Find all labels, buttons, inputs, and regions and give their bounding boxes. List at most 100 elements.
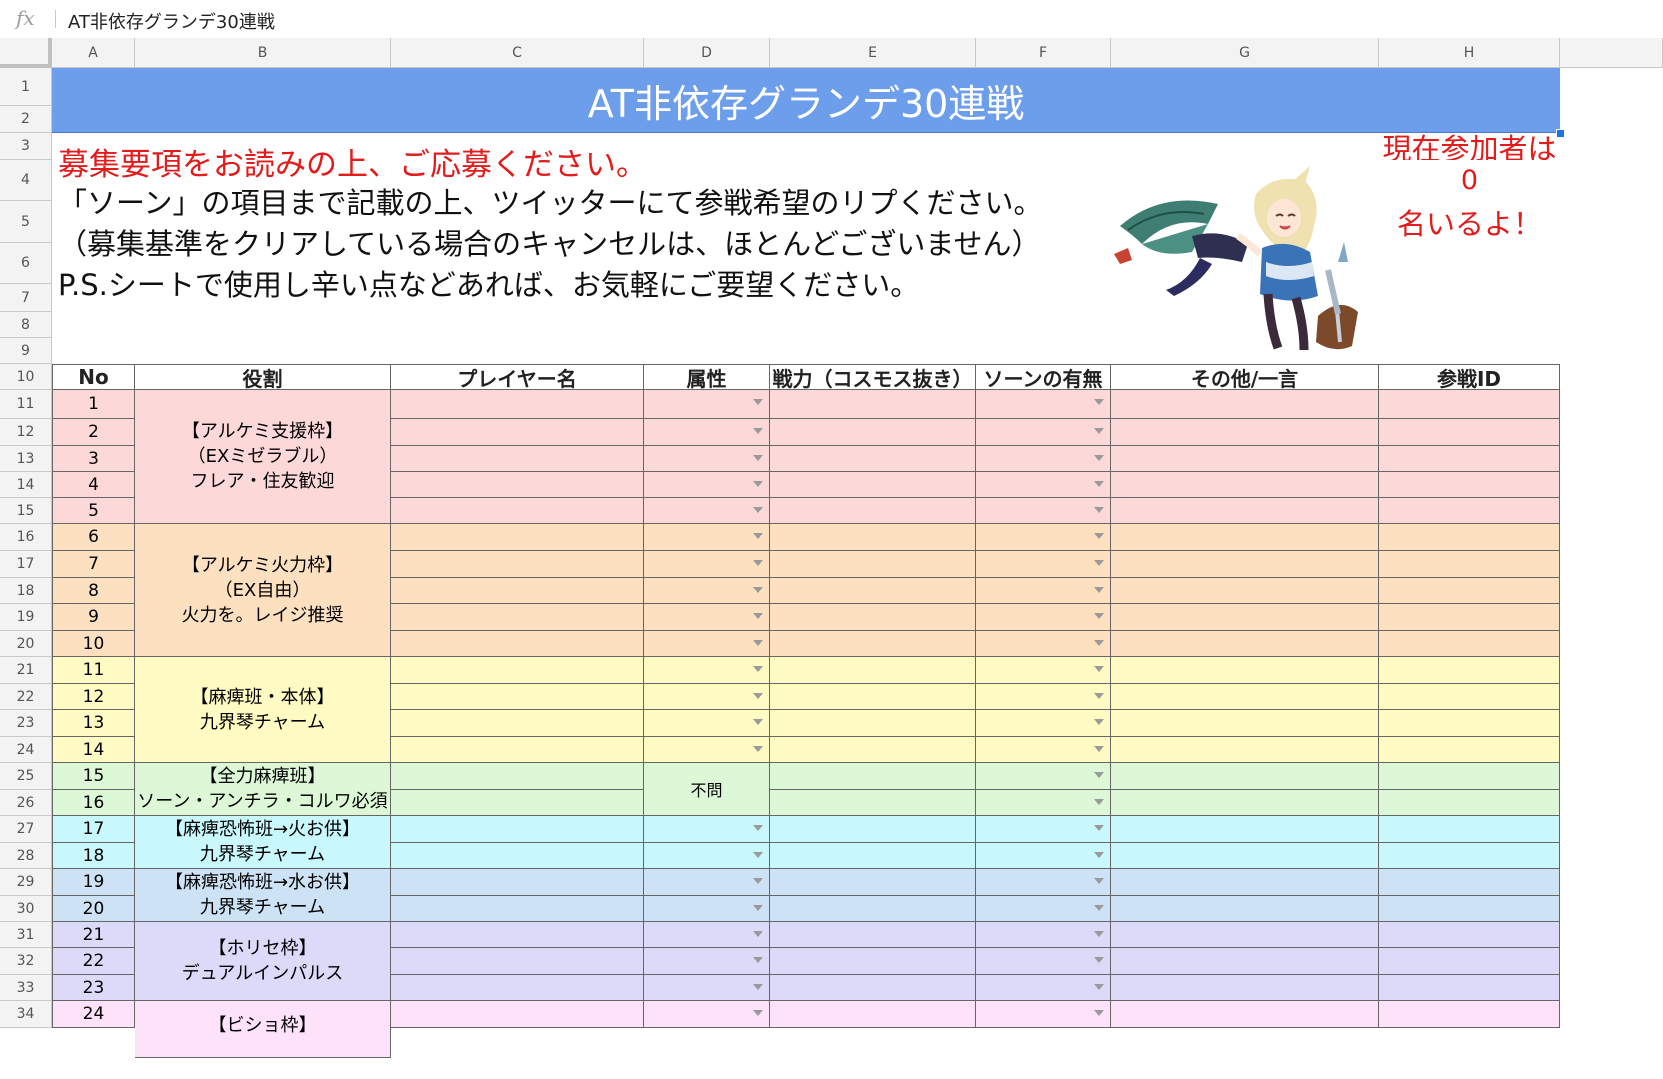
row-header-1[interactable]: 1 — [0, 68, 52, 106]
row-header-8[interactable]: 8 — [0, 312, 52, 338]
row-header-33[interactable]: 33 — [0, 975, 52, 1001]
select-all-corner[interactable] — [0, 38, 52, 68]
data-cell[interactable] — [391, 390, 644, 419]
data-cell[interactable] — [644, 498, 770, 524]
data-cell[interactable] — [1111, 419, 1379, 446]
row-header-5[interactable]: 5 — [0, 201, 52, 243]
no-cell[interactable]: 13 — [52, 710, 135, 737]
data-cell[interactable] — [976, 551, 1111, 578]
dropdown-arrow-icon[interactable] — [1094, 746, 1104, 752]
row-header-27[interactable]: 27 — [0, 816, 52, 843]
dropdown-arrow-icon[interactable] — [753, 640, 763, 646]
data-cell[interactable] — [644, 843, 770, 869]
data-cell[interactable] — [976, 922, 1111, 948]
data-cell[interactable] — [391, 975, 644, 1001]
dropdown-arrow-icon[interactable] — [753, 399, 763, 405]
data-cell[interactable] — [391, 551, 644, 578]
data-cell[interactable] — [391, 684, 644, 710]
data-cell[interactable] — [1379, 657, 1560, 684]
data-cell[interactable] — [644, 684, 770, 710]
no-cell[interactable]: 21 — [52, 922, 135, 948]
dropdown-arrow-icon[interactable] — [753, 905, 763, 911]
row-header-7[interactable]: 7 — [0, 284, 52, 312]
dropdown-arrow-icon[interactable] — [753, 984, 763, 990]
dropdown-arrow-icon[interactable] — [1094, 481, 1104, 487]
dropdown-arrow-icon[interactable] — [1094, 455, 1104, 461]
data-cell[interactable] — [391, 524, 644, 551]
dropdown-arrow-icon[interactable] — [753, 693, 763, 699]
row-header-30[interactable]: 30 — [0, 896, 52, 922]
row-header-34[interactable]: 34 — [0, 1001, 52, 1028]
data-cell[interactable] — [1111, 472, 1379, 498]
data-cell[interactable] — [391, 790, 644, 816]
data-cell[interactable] — [1379, 498, 1560, 524]
data-cell[interactable] — [976, 446, 1111, 472]
row-header-31[interactable]: 31 — [0, 922, 52, 948]
dropdown-arrow-icon[interactable] — [1094, 533, 1104, 539]
data-cell[interactable] — [644, 419, 770, 446]
data-cell[interactable] — [770, 948, 976, 975]
data-cell[interactable] — [1379, 843, 1560, 869]
no-cell[interactable]: 23 — [52, 975, 135, 1001]
data-cell[interactable] — [1111, 710, 1379, 737]
column-header-h[interactable]: H — [1379, 38, 1560, 68]
data-cell[interactable] — [770, 390, 976, 419]
data-cell[interactable] — [770, 869, 976, 896]
header-6[interactable]: その他/一言 — [1111, 364, 1379, 390]
data-cell[interactable] — [1379, 684, 1560, 710]
data-cell[interactable] — [976, 710, 1111, 737]
data-cell[interactable] — [770, 604, 976, 631]
data-cell[interactable] — [770, 922, 976, 948]
column-header-c[interactable]: C — [391, 38, 644, 68]
row-header-14[interactable]: 14 — [0, 472, 52, 498]
data-cell[interactable] — [644, 390, 770, 419]
role-cell[interactable]: 【ビショ枠】 — [135, 1001, 391, 1058]
participants-label-top[interactable]: 現在参加者は — [1379, 133, 1560, 160]
no-cell[interactable]: 22 — [52, 948, 135, 975]
row-header-20[interactable]: 20 — [0, 631, 52, 657]
no-cell[interactable]: 5 — [52, 498, 135, 524]
row-header-24[interactable]: 24 — [0, 737, 52, 763]
data-cell[interactable] — [1379, 551, 1560, 578]
dropdown-arrow-icon[interactable] — [1094, 799, 1104, 805]
data-cell[interactable] — [644, 816, 770, 843]
dropdown-arrow-icon[interactable] — [1094, 825, 1104, 831]
data-cell[interactable] — [770, 816, 976, 843]
column-header-e[interactable]: E — [770, 38, 976, 68]
dropdown-arrow-icon[interactable] — [1094, 428, 1104, 434]
role-cell[interactable]: 【麻痺班・本体】 九界琴チャーム — [135, 657, 391, 763]
data-cell[interactable] — [1111, 390, 1379, 419]
data-cell[interactable] — [644, 922, 770, 948]
participants-label-bottom[interactable]: 名いるよ！ — [1379, 201, 1560, 243]
dropdown-arrow-icon[interactable] — [753, 957, 763, 963]
dropdown-arrow-icon[interactable] — [753, 746, 763, 752]
row-header-10[interactable]: 10 — [0, 364, 52, 390]
data-cell[interactable] — [644, 710, 770, 737]
no-cell[interactable]: 12 — [52, 684, 135, 710]
data-cell[interactable] — [976, 948, 1111, 975]
data-cell[interactable] — [1379, 524, 1560, 551]
data-cell[interactable] — [644, 578, 770, 604]
data-cell[interactable] — [976, 419, 1111, 446]
header-7[interactable]: 参戦ID — [1379, 364, 1560, 390]
data-cell[interactable] — [644, 869, 770, 896]
data-cell[interactable] — [1111, 816, 1379, 843]
column-header-d[interactable]: D — [644, 38, 770, 68]
data-cell[interactable] — [770, 578, 976, 604]
data-cell[interactable] — [770, 1001, 976, 1028]
row-header-32[interactable]: 32 — [0, 948, 52, 975]
role-cell[interactable]: 【麻痺恐怖班→火お供】 九界琴チャーム — [135, 816, 391, 869]
data-cell[interactable] — [644, 472, 770, 498]
no-cell[interactable]: 15 — [52, 763, 135, 790]
dropdown-arrow-icon[interactable] — [1094, 984, 1104, 990]
data-cell[interactable] — [1111, 604, 1379, 631]
row-header-17[interactable]: 17 — [0, 551, 52, 578]
row-header-11[interactable]: 11 — [0, 390, 52, 419]
row-header-19[interactable]: 19 — [0, 604, 52, 631]
data-cell[interactable] — [391, 657, 644, 684]
row-header-26[interactable]: 26 — [0, 790, 52, 816]
dropdown-arrow-icon[interactable] — [753, 587, 763, 593]
data-cell[interactable] — [770, 975, 976, 1001]
no-cell[interactable]: 9 — [52, 604, 135, 631]
dropdown-arrow-icon[interactable] — [1094, 905, 1104, 911]
